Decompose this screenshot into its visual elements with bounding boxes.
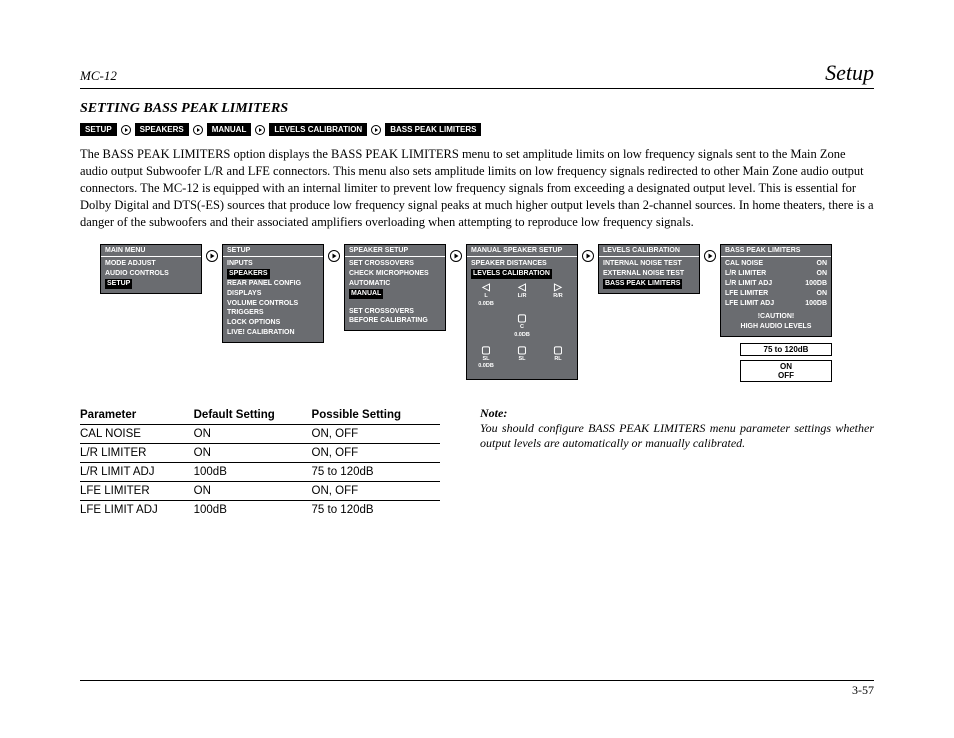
menu-item: LOCK OPTIONS — [227, 318, 319, 328]
note-label: Note: — [480, 406, 874, 421]
breadcrumb: SETUP SPEAKERS MANUAL LEVELS CALIBRATION… — [80, 123, 874, 136]
menu-item: L/R LIMIT ADJ100dB — [725, 279, 827, 289]
menu-item: SET CROSSOVERS — [349, 259, 441, 269]
section-name: Setup — [825, 60, 874, 86]
menu-flow: MAIN MENU MODE ADJUST AUDIO CONTROLS SET… — [100, 244, 874, 386]
breadcrumb-chip: SETUP — [80, 123, 117, 136]
breadcrumb-chip: MANUAL — [207, 123, 252, 136]
flow-arrow-icon — [328, 250, 340, 264]
breadcrumb-chip: SPEAKERS — [135, 123, 189, 136]
menu-setup: SETUP INPUTS SPEAKERS REAR PANEL CONFIG … — [222, 244, 324, 342]
flow-arrow-icon — [582, 250, 594, 264]
menu-manual-speaker-setup: MANUAL SPEAKER SETUP SPEAKER DISTANCES L… — [466, 244, 578, 380]
menu-item: DISPLAYS — [227, 289, 319, 299]
menu-item: VOLUME CONTROLS — [227, 299, 319, 309]
menu-item: L/R LIMITERON — [725, 269, 827, 279]
flow-arrow-icon — [206, 250, 218, 264]
menu-item: EXTERNAL NOISE TEST — [603, 269, 695, 279]
menu-main: MAIN MENU MODE ADJUST AUDIO CONTROLS SET… — [100, 244, 202, 293]
callout-boxes: 75 to 120dB ON OFF — [740, 343, 832, 382]
menu-item: SETUP — [105, 279, 197, 289]
table-row: L/R LIMIT ADJ 100dB 75 to 120dB — [80, 462, 440, 481]
menu-bass-peak-limiters: BASS PEAK LIMITERS CAL NOISEON L/R LIMIT… — [720, 244, 832, 337]
speaker-layout-icon: ◁L0.0dB ◁L/R ▷R/R ▢C0.0dB ▢SL0.0dB ▢SL ▢… — [471, 279, 573, 375]
menu-item: INPUTS — [227, 259, 319, 269]
menu-head: MANUAL SPEAKER SETUP — [467, 245, 577, 257]
breadcrumb-arrow-icon — [371, 125, 381, 135]
menu-item: AUDIO CONTROLS — [105, 269, 197, 279]
model-code: MC-12 — [80, 68, 117, 84]
parameter-table-wrapper: Parameter Default Setting Possible Setti… — [80, 406, 440, 519]
table-header: Default Setting — [194, 406, 312, 425]
table-row: CAL NOISE ON ON, OFF — [80, 424, 440, 443]
menu-item: INTERNAL NOISE TEST — [603, 259, 695, 269]
menu-item: AUTOMATIC — [349, 279, 441, 289]
page-footer: 3-57 — [80, 680, 874, 698]
menu-body: INTERNAL NOISE TEST EXTERNAL NOISE TEST … — [599, 257, 699, 292]
onoff-callout: ON OFF — [740, 360, 832, 382]
menu-head: SETUP — [223, 245, 323, 257]
menu-speaker-setup: SPEAKER SETUP SET CROSSOVERS CHECK MICRO… — [344, 244, 446, 331]
page-header: MC-12 Setup — [80, 60, 874, 89]
flow-arrow-icon — [450, 250, 462, 264]
breadcrumb-arrow-icon — [193, 125, 203, 135]
lower-columns: Parameter Default Setting Possible Setti… — [80, 406, 874, 519]
menu-item: LEVELS CALIBRATION — [471, 269, 573, 279]
menu-bass-peak-limiters-wrapper: BASS PEAK LIMITERS CAL NOISEON L/R LIMIT… — [720, 244, 832, 386]
menu-item: LFE LIMIT ADJ100dB — [725, 299, 827, 309]
menu-item: CHECK MICROPHONES — [349, 269, 441, 279]
menu-item: BASS PEAK LIMITERS — [603, 279, 695, 289]
note-text: You should configure BASS PEAK LIMITERS … — [480, 421, 874, 451]
menu-item: MANUAL — [349, 289, 441, 299]
menu-body: CAL NOISEON L/R LIMITERON L/R LIMIT ADJ1… — [721, 257, 831, 336]
menu-item: SPEAKERS — [227, 269, 319, 279]
page-title: SETTING BASS PEAK LIMITERS — [80, 101, 874, 117]
flow-arrow-icon — [704, 250, 716, 264]
menu-body: SET CROSSOVERS CHECK MICROPHONES AUTOMAT… — [345, 257, 445, 330]
table-header: Parameter — [80, 406, 194, 425]
menu-item: LIVE! CALIBRATION — [227, 328, 319, 338]
menu-footer-line: SET CROSSOVERS — [349, 307, 441, 317]
table-row: LFE LIMIT ADJ 100dB 75 to 120dB — [80, 500, 440, 519]
body-paragraph: The BASS PEAK LIMITERS option displays t… — [80, 146, 874, 230]
menu-item: CAL NOISEON — [725, 259, 827, 269]
table-row: L/R LIMITER ON ON, OFF — [80, 443, 440, 462]
range-callout: 75 to 120dB — [740, 343, 832, 356]
table-row: LFE LIMITER ON ON, OFF — [80, 481, 440, 500]
menu-item: LFE LIMITERON — [725, 289, 827, 299]
menu-footer-line: BEFORE CALIBRATING — [349, 316, 441, 326]
caution-label: !CAUTION! HIGH AUDIO LEVELS — [725, 312, 827, 332]
menu-levels-calibration: LEVELS CALIBRATION INTERNAL NOISE TEST E… — [598, 244, 700, 293]
note-block: Note: You should configure BASS PEAK LIM… — [480, 406, 874, 519]
menu-item: MODE ADJUST — [105, 259, 197, 269]
menu-item: REAR PANEL CONFIG — [227, 279, 319, 289]
menu-item: TRIGGERS — [227, 308, 319, 318]
breadcrumb-arrow-icon — [255, 125, 265, 135]
menu-body: MODE ADJUST AUDIO CONTROLS SETUP — [101, 257, 201, 292]
page-number: 3-57 — [852, 683, 874, 697]
menu-body: SPEAKER DISTANCES LEVELS CALIBRATION ◁L0… — [467, 257, 577, 379]
table-header: Possible Setting — [312, 406, 440, 425]
breadcrumb-chip: LEVELS CALIBRATION — [269, 123, 367, 136]
menu-body: INPUTS SPEAKERS REAR PANEL CONFIG DISPLA… — [223, 257, 323, 341]
menu-head: LEVELS CALIBRATION — [599, 245, 699, 257]
menu-head: BASS PEAK LIMITERS — [721, 245, 831, 257]
breadcrumb-chip: BASS PEAK LIMITERS — [385, 123, 481, 136]
menu-head: SPEAKER SETUP — [345, 245, 445, 257]
menu-head: MAIN MENU — [101, 245, 201, 257]
breadcrumb-arrow-icon — [121, 125, 131, 135]
parameter-table: Parameter Default Setting Possible Setti… — [80, 406, 440, 519]
menu-item: SPEAKER DISTANCES — [471, 259, 573, 269]
